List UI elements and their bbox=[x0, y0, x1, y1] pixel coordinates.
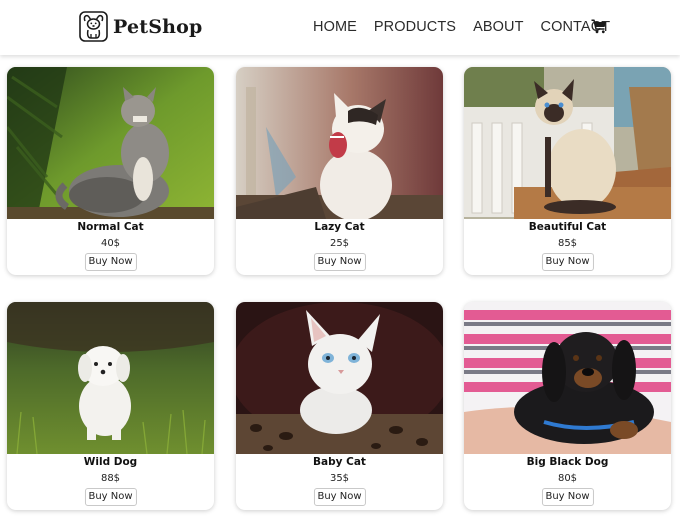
buy-now-button[interactable]: Buy Now bbox=[541, 253, 594, 271]
cart-icon[interactable] bbox=[591, 19, 607, 34]
buy-now-button[interactable]: Buy Now bbox=[541, 488, 594, 506]
product-name: Big Black Dog bbox=[526, 456, 609, 468]
product-name: Lazy Cat bbox=[314, 221, 365, 233]
navbar: PetShop HOME PRODUCTS ABOUT CONTACT bbox=[0, 0, 680, 55]
brand[interactable]: PetShop bbox=[79, 11, 203, 42]
buy-now-button[interactable]: Buy Now bbox=[84, 488, 137, 506]
product-image-wild-dog bbox=[7, 302, 214, 454]
product-price: 40$ bbox=[100, 238, 121, 249]
product-name: Baby Cat bbox=[313, 456, 366, 468]
product-price: 25$ bbox=[329, 238, 350, 249]
buy-now-button[interactable]: Buy Now bbox=[313, 253, 366, 271]
product-image-beautiful-cat bbox=[464, 67, 671, 219]
product-price: 88$ bbox=[100, 473, 121, 484]
main-nav: HOME PRODUCTS ABOUT CONTACT bbox=[313, 19, 627, 35]
product-card: Wild Dog 88$ Buy Now bbox=[7, 302, 214, 510]
product-price: 35$ bbox=[329, 473, 350, 484]
product-price: 85$ bbox=[557, 238, 578, 249]
pet-logo-icon bbox=[79, 11, 108, 42]
product-image-normal-cat bbox=[7, 67, 214, 219]
product-card: Beautiful Cat 85$ Buy Now bbox=[464, 67, 671, 275]
product-card: Baby Cat 35$ Buy Now bbox=[236, 302, 443, 510]
buy-now-button[interactable]: Buy Now bbox=[84, 253, 137, 271]
brand-name: PetShop bbox=[113, 15, 203, 38]
buy-now-button[interactable]: Buy Now bbox=[313, 488, 366, 506]
product-card: Lazy Cat 25$ Buy Now bbox=[236, 67, 443, 275]
product-image-baby-cat bbox=[236, 302, 443, 454]
product-name: Normal Cat bbox=[77, 221, 144, 233]
product-name: Wild Dog bbox=[83, 456, 138, 468]
product-name: Beautiful Cat bbox=[528, 221, 607, 233]
nav-home[interactable]: HOME bbox=[313, 19, 357, 35]
product-image-lazy-cat bbox=[236, 67, 443, 219]
product-card: Big Black Dog 80$ Buy Now bbox=[464, 302, 671, 510]
product-card: Normal Cat 40$ Buy Now bbox=[7, 67, 214, 275]
product-image-big-black-dog bbox=[464, 302, 671, 454]
product-price: 80$ bbox=[557, 473, 578, 484]
nav-products[interactable]: PRODUCTS bbox=[374, 19, 456, 35]
nav-about[interactable]: ABOUT bbox=[473, 19, 523, 35]
